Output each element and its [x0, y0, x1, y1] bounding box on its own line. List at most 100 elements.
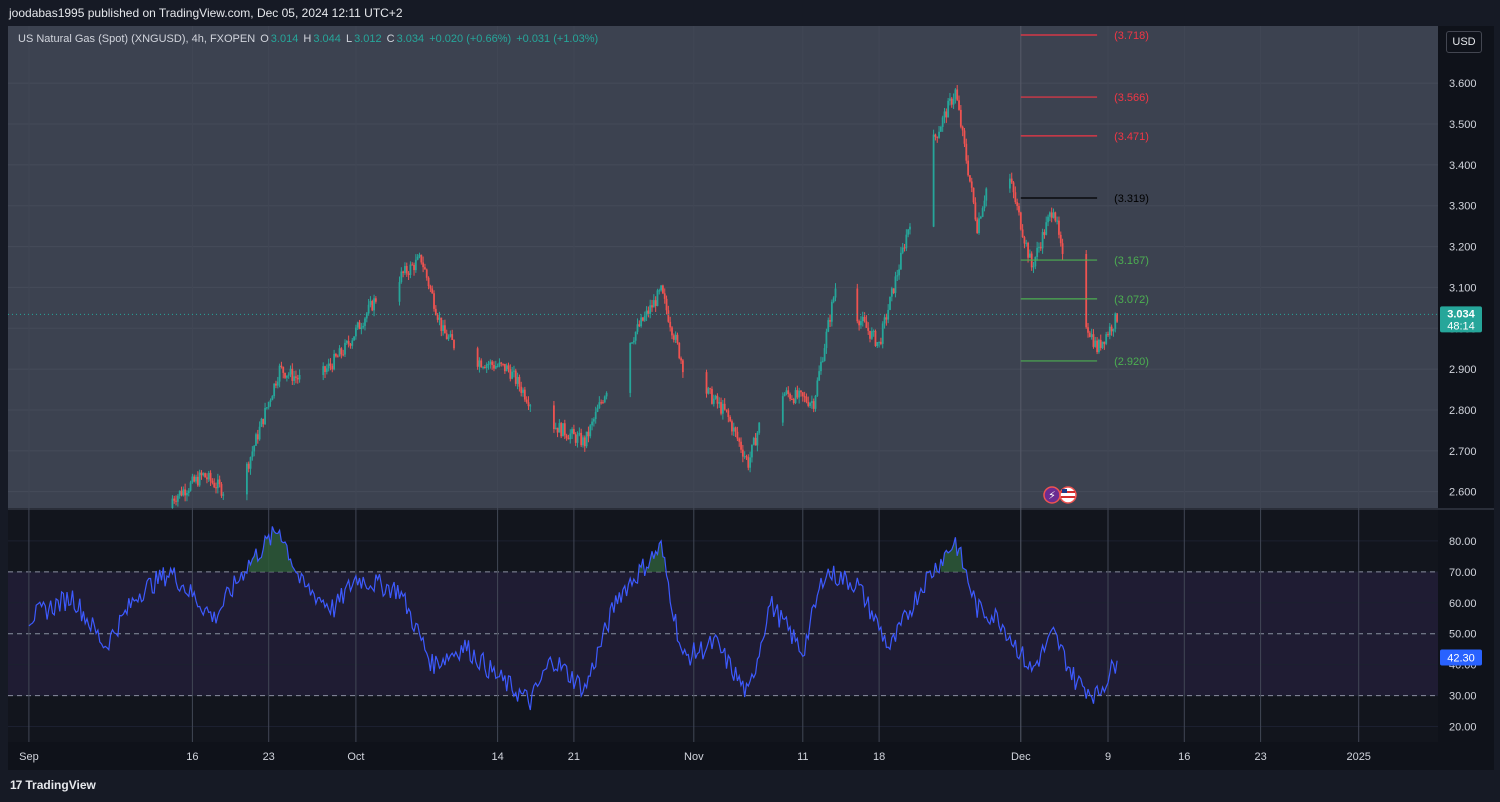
candle-body — [333, 353, 335, 370]
open-value: 3.014 — [270, 33, 299, 45]
candle-body — [573, 429, 575, 435]
candle-body — [587, 431, 590, 437]
candle-body — [663, 293, 666, 299]
candle-body — [956, 89, 959, 101]
candle-body — [754, 437, 757, 446]
candle-body — [834, 288, 837, 298]
candle-body — [856, 288, 859, 322]
candle-body — [809, 402, 811, 406]
candle-body — [878, 341, 880, 343]
candle-body — [900, 252, 902, 270]
candle-body — [709, 388, 712, 390]
tradingview-logo[interactable]: 17 TradingView — [10, 778, 96, 792]
candle-body — [496, 366, 499, 368]
candle-body — [969, 175, 971, 182]
candle-body — [178, 490, 181, 496]
candle-body — [1018, 206, 1020, 213]
candle-body — [974, 202, 977, 220]
candle-body — [211, 480, 214, 483]
candle-body — [483, 367, 486, 369]
rsi-tick-label: 20.00 — [1449, 722, 1477, 734]
candle-body — [938, 131, 940, 138]
candle-body — [954, 89, 957, 99]
candle-body — [598, 402, 601, 409]
candle-body — [489, 361, 492, 365]
time-tick-label: 18 — [873, 751, 885, 763]
candle-body — [453, 339, 455, 349]
candle-body — [810, 401, 813, 403]
candle-body — [881, 323, 884, 344]
candle-body — [816, 380, 819, 396]
candle-body — [1023, 237, 1026, 244]
candle-body — [665, 298, 668, 311]
candle-body — [507, 365, 510, 370]
lightning-glyph: ⚡ — [1048, 490, 1056, 502]
candle-body — [1099, 339, 1102, 348]
candle-body — [440, 317, 443, 331]
candle-body — [340, 348, 343, 355]
low-label: L — [345, 33, 353, 45]
candle-body — [1059, 234, 1062, 244]
candle-body — [420, 254, 423, 263]
candle-body — [791, 398, 793, 400]
candle-body — [583, 437, 586, 447]
fib-level-label: (3.167) — [1114, 255, 1149, 267]
candle-body — [491, 361, 494, 366]
candle-body — [827, 320, 830, 332]
candle-body — [734, 427, 737, 432]
candle-body — [943, 111, 946, 118]
us-flag-stripes-2 — [1061, 496, 1075, 498]
price-tick-label: 3.100 — [1449, 282, 1477, 294]
candle-body — [901, 247, 904, 253]
candle-body — [360, 327, 363, 330]
candle-body — [215, 487, 217, 489]
currency-button[interactable]: USD — [1446, 31, 1482, 53]
candle-body — [936, 136, 939, 138]
candle-body — [1048, 212, 1051, 217]
candle-body — [934, 134, 937, 137]
candle-body — [860, 321, 862, 326]
candle-body — [803, 396, 806, 398]
candle-body — [1108, 326, 1111, 336]
candle-body — [424, 267, 426, 270]
candle-body — [289, 368, 292, 375]
candle-body — [349, 343, 352, 346]
candle-body — [195, 476, 197, 482]
candle-body — [1036, 247, 1039, 258]
candle-body — [338, 348, 341, 357]
price-tick-label: 2.900 — [1449, 364, 1477, 376]
candle-body — [741, 449, 744, 457]
candle-body — [258, 426, 261, 440]
candle-body — [569, 433, 572, 440]
candle-body — [976, 219, 979, 234]
chart-svg[interactable]: 3.6003.5003.4003.3003.2003.1003.0002.900… — [0, 0, 1500, 802]
candle-body — [1087, 327, 1089, 333]
candle-body — [961, 126, 964, 131]
candle-body — [516, 376, 519, 384]
candle-body — [732, 427, 735, 432]
symbol-legend[interactable]: US Natural Gas (Spot) (XNGUSD), 4h, FXOP… — [18, 33, 600, 45]
price-tick-label: 3.600 — [1449, 78, 1477, 90]
candle-body — [262, 418, 265, 425]
candle-body — [1103, 341, 1106, 344]
candle-body — [1092, 334, 1095, 347]
rsi-last-value: 42.30 — [1447, 653, 1475, 665]
candle-body — [563, 423, 566, 436]
candle-body — [941, 117, 944, 127]
candle-body — [335, 353, 337, 357]
candle-body — [358, 322, 361, 330]
price-tick-label: 3.400 — [1449, 160, 1477, 172]
candle-body — [367, 304, 370, 314]
candle-body — [970, 181, 973, 188]
candle-body — [580, 432, 583, 446]
candle-body — [667, 310, 670, 322]
time-tick-label: Oct — [347, 751, 364, 763]
candle-body — [1058, 220, 1060, 235]
candle-body — [932, 134, 935, 227]
candle-body — [527, 402, 530, 407]
time-tick-label: 2025 — [1346, 751, 1370, 763]
candle-body — [356, 322, 359, 328]
candle-body — [890, 288, 893, 297]
candle-body — [251, 451, 254, 458]
rsi-tick-label: 60.00 — [1449, 598, 1477, 610]
